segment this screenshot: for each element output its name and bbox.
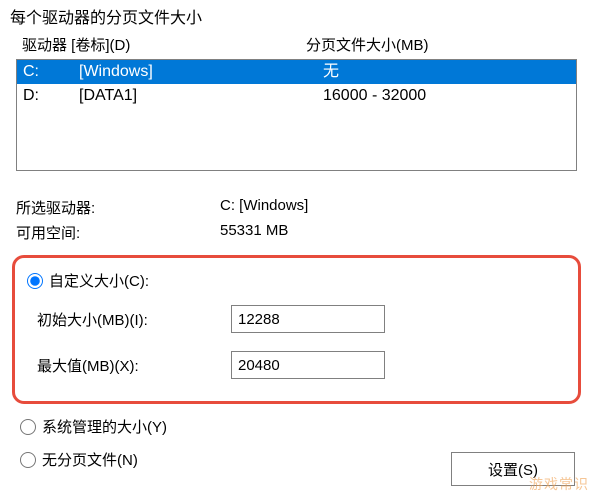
column-pagefile: 分页文件大小(MB) (306, 34, 577, 55)
column-drive: 驱动器 [卷标](D) (22, 34, 306, 55)
drive-label: [DATA1] (79, 85, 323, 107)
radio-custom-size[interactable]: 自定义大小(C): (19, 268, 570, 301)
drive-letter: C: (23, 61, 79, 83)
radio-custom-input[interactable] (27, 273, 43, 289)
initial-size-label: 初始大小(MB)(I): (19, 309, 231, 330)
initial-size-input[interactable] (231, 305, 385, 333)
section-title: 每个驱动器的分页文件大小 (0, 4, 593, 28)
radio-system-input[interactable] (20, 419, 36, 435)
max-size-row: 最大值(MB)(X): (19, 347, 570, 383)
drive-pagefile: 16000 - 32000 (323, 85, 576, 107)
drive-listbox[interactable]: C: [Windows] 无 D: [DATA1] 16000 - 32000 (16, 59, 577, 171)
column-headers: 驱动器 [卷标](D) 分页文件大小(MB) (16, 32, 577, 59)
selected-drive-info: 所选驱动器: C: [Windows] 可用空间: 55331 MB (16, 195, 577, 245)
drive-row-d[interactable]: D: [DATA1] 16000 - 32000 (17, 84, 576, 108)
drive-list-area: 驱动器 [卷标](D) 分页文件大小(MB) C: [Windows] 无 D:… (16, 32, 577, 171)
radio-none-input[interactable] (20, 452, 36, 468)
free-space-value: 55331 MB (220, 222, 577, 243)
selected-drive-value: C: [Windows] (220, 197, 577, 218)
watermark: 游戏常识 (529, 474, 589, 494)
max-size-label: 最大值(MB)(X): (19, 355, 231, 376)
max-size-input[interactable] (231, 351, 385, 379)
virtual-memory-panel: 每个驱动器的分页文件大小 驱动器 [卷标](D) 分页文件大小(MB) C: [… (0, 0, 593, 500)
drive-letter: D: (23, 85, 79, 107)
radio-system-managed[interactable]: 系统管理的大小(Y) (20, 410, 593, 443)
drive-label: [Windows] (79, 61, 323, 83)
radio-system-label: 系统管理的大小(Y) (42, 416, 167, 437)
free-space-label: 可用空间: (16, 222, 220, 243)
selected-drive-label: 所选驱动器: (16, 197, 220, 218)
drive-row-c[interactable]: C: [Windows] 无 (17, 60, 576, 84)
custom-size-highlight: 自定义大小(C): 初始大小(MB)(I): 最大值(MB)(X): (12, 255, 581, 404)
drive-pagefile: 无 (323, 61, 576, 83)
initial-size-row: 初始大小(MB)(I): (19, 301, 570, 337)
radio-none-label: 无分页文件(N) (42, 449, 138, 470)
radio-custom-label: 自定义大小(C): (49, 270, 149, 291)
